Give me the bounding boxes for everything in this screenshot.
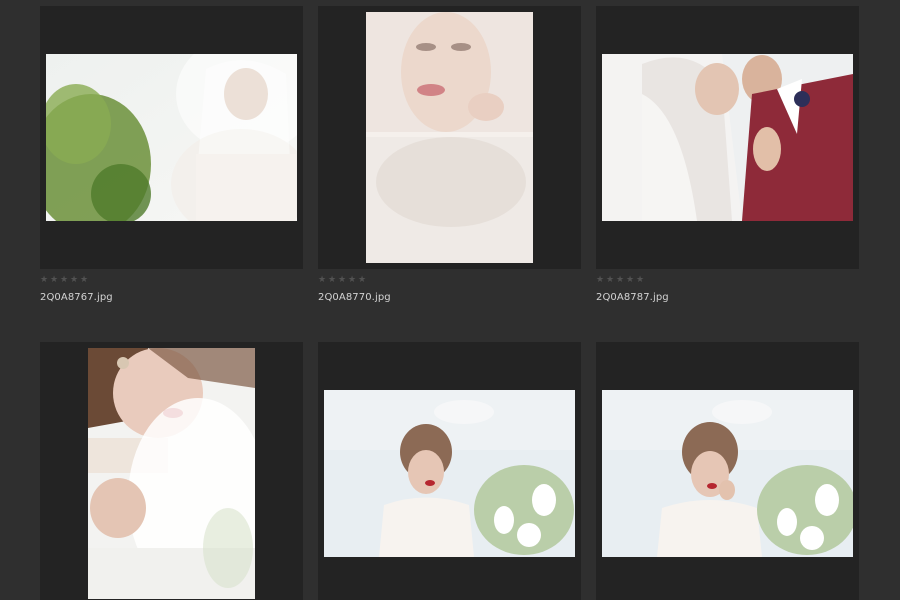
star-icon[interactable]: ★ — [338, 274, 346, 286]
photo-tile[interactable] — [596, 6, 859, 269]
star-icon[interactable]: ★ — [626, 274, 634, 286]
bride-profile-red-lips-image — [88, 348, 255, 599]
bride-veil-greenery-image — [46, 54, 297, 221]
photo-tile[interactable] — [318, 6, 581, 269]
photo-filename: 2Q0A8787.jpg — [596, 292, 669, 303]
bride-groom-red-suit-image — [602, 54, 853, 221]
photo-tile[interactable] — [40, 6, 303, 269]
photo-cell — [40, 342, 303, 600]
photo-thumbnail[interactable] — [602, 54, 853, 221]
bride-veil-closeup-image — [366, 12, 533, 263]
photo-filename: 2Q0A8770.jpg — [318, 292, 391, 303]
star-icon[interactable]: ★ — [636, 274, 644, 286]
star-rating[interactable]: ★ ★ ★ ★ ★ — [40, 274, 303, 286]
star-icon[interactable]: ★ — [616, 274, 624, 286]
star-icon[interactable]: ★ — [358, 274, 366, 286]
photo-grid-viewport: ★ ★ ★ ★ ★ 2Q0A8767.jpg ★ ★ ★ ★ ★ 2Q0A877… — [0, 0, 900, 600]
photo-thumbnail[interactable] — [46, 54, 297, 221]
star-rating[interactable]: ★ ★ ★ ★ ★ — [318, 274, 581, 286]
photo-cell: ★ ★ ★ ★ ★ 2Q0A8767.jpg — [40, 6, 303, 303]
bride-birdcage-veil-lilies-image — [602, 390, 853, 557]
star-icon[interactable]: ★ — [318, 274, 326, 286]
photo-cell — [596, 342, 859, 600]
photo-cell: ★ ★ ★ ★ ★ 2Q0A8770.jpg — [318, 6, 581, 303]
photo-thumbnail[interactable] — [88, 348, 255, 599]
star-rating[interactable]: ★ ★ ★ ★ ★ — [596, 274, 859, 286]
star-icon[interactable]: ★ — [606, 274, 614, 286]
photo-tile[interactable] — [596, 342, 859, 600]
star-icon[interactable]: ★ — [348, 274, 356, 286]
photo-tile[interactable] — [40, 342, 303, 600]
photo-tile[interactable] — [318, 342, 581, 600]
photo-thumbnail[interactable] — [602, 390, 853, 557]
star-icon[interactable]: ★ — [80, 274, 88, 286]
star-icon[interactable]: ★ — [40, 274, 48, 286]
star-icon[interactable]: ★ — [60, 274, 68, 286]
star-icon[interactable]: ★ — [596, 274, 604, 286]
photo-thumbnail[interactable] — [324, 390, 575, 557]
photo-cell: ★ ★ ★ ★ ★ 2Q0A8787.jpg — [596, 6, 859, 303]
star-icon[interactable]: ★ — [328, 274, 336, 286]
photo-filename: 2Q0A8767.jpg — [40, 292, 113, 303]
photo-cell — [318, 342, 581, 600]
star-icon[interactable]: ★ — [70, 274, 78, 286]
star-icon[interactable]: ★ — [50, 274, 58, 286]
bride-birdcage-veil-lilies-image — [324, 390, 575, 557]
photo-thumbnail[interactable] — [366, 12, 533, 263]
